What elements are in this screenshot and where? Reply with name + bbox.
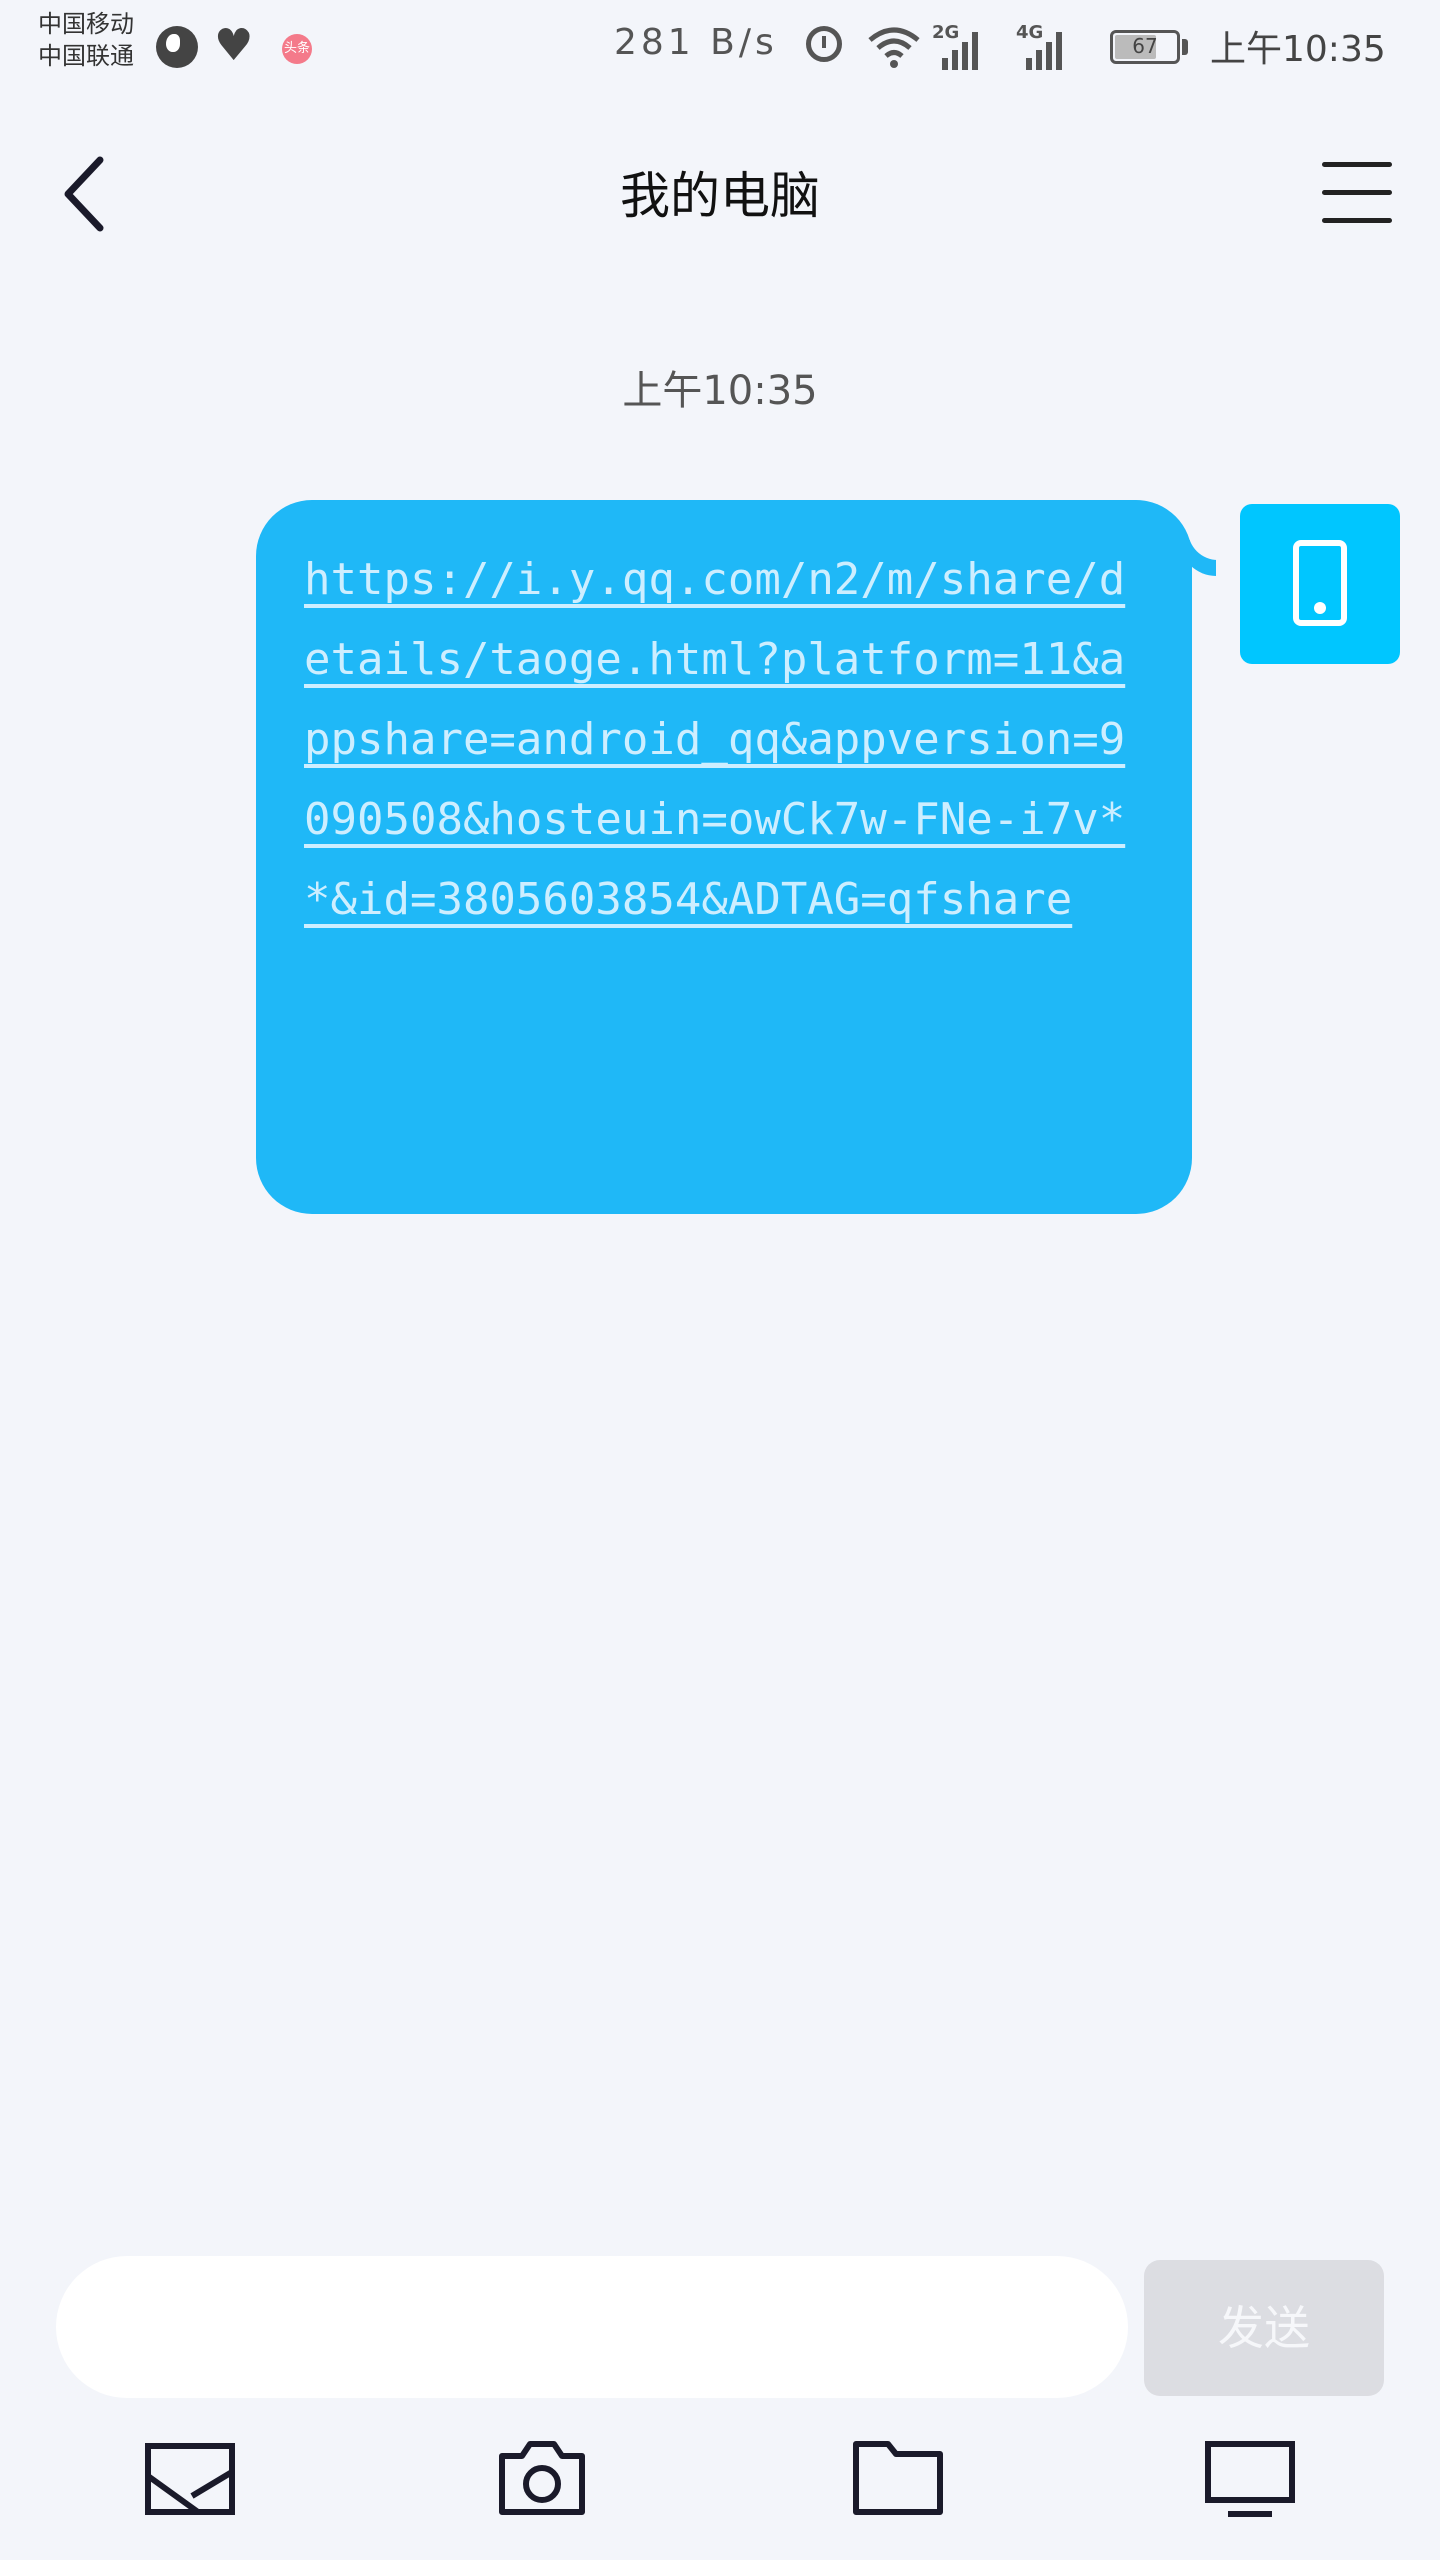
battery-percent: 67 <box>1132 34 1158 58</box>
message-input[interactable] <box>56 2256 1128 2398</box>
alarm-icon <box>806 26 842 62</box>
carrier-2: 中国联通 <box>38 42 134 70</box>
battery-tip <box>1182 39 1188 55</box>
status-bar: 中国移动 中国联通 ♥ 头条 281 B/s 2G 4G 67 上午10:35 <box>0 0 1440 90</box>
message-bubble[interactable]: https://i.y.qq.com/n2/m/share/details/ta… <box>256 500 1192 1214</box>
folder-icon <box>853 2441 943 2515</box>
hamburger-menu-icon[interactable] <box>1322 162 1392 224</box>
net-speed: 281 B/s <box>614 22 778 63</box>
camera-icon <box>499 2441 585 2515</box>
phone-icon <box>1293 540 1347 626</box>
message-timestamp: 上午10:35 <box>622 368 818 414</box>
globe-icon <box>156 26 198 68</box>
camera-button[interactable] <box>492 2432 592 2522</box>
image-icon <box>145 2443 235 2515</box>
send-button[interactable]: 发送 <box>1144 2260 1384 2396</box>
heart-rate-icon: ♥ <box>214 20 254 71</box>
folder-button[interactable] <box>848 2432 948 2522</box>
carrier-info: 中国移动 中国联通 <box>38 8 134 72</box>
signal-icon: 2G <box>932 22 982 70</box>
avatar[interactable] <box>1240 504 1400 664</box>
page-title: 我的电脑 <box>620 167 820 225</box>
message-link[interactable]: https://i.y.qq.com/n2/m/share/details/ta… <box>304 540 1134 940</box>
status-time: 上午10:35 <box>1210 29 1386 70</box>
header: 我的电脑 <box>0 90 1440 300</box>
computer-icon <box>1205 2441 1295 2517</box>
signal-icon: 4G <box>1016 22 1066 70</box>
news-notification-icon: 头条 <box>282 34 312 64</box>
carrier-1: 中国移动 <box>38 10 134 38</box>
image-button[interactable] <box>140 2432 240 2522</box>
battery-icon: 67 <box>1110 30 1180 64</box>
computer-button[interactable] <box>1200 2432 1300 2522</box>
wifi-icon <box>868 27 920 68</box>
